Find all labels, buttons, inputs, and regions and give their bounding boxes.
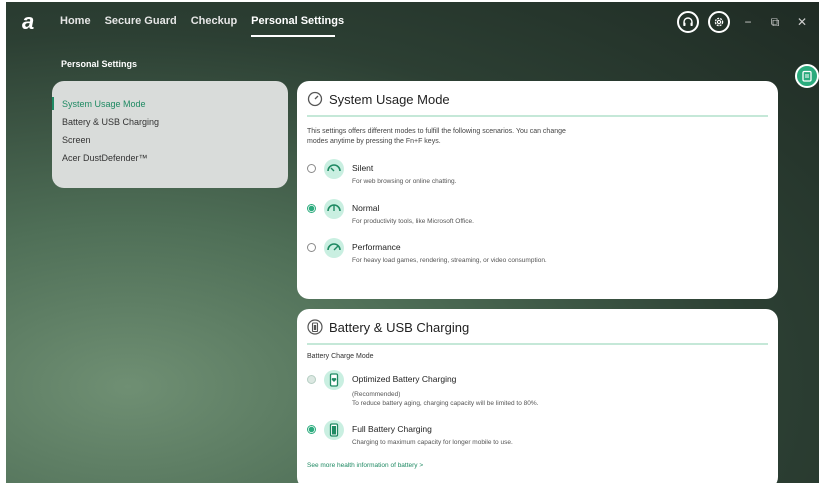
- clipboard-icon[interactable]: [795, 64, 819, 88]
- app-window: a Home Secure Guard Checkup Personal Set…: [6, 2, 819, 483]
- battery-header: Battery & USB Charging: [307, 319, 768, 345]
- page-title: Personal Settings: [61, 59, 138, 69]
- full-charge-radio[interactable]: [307, 425, 316, 434]
- sidebar-item-battery-usb[interactable]: Battery & USB Charging: [52, 113, 288, 131]
- full-battery-icon: [324, 420, 344, 440]
- window-controls: − ⧉ ✕: [677, 11, 811, 33]
- optimized-radio[interactable]: [307, 375, 316, 384]
- nav-checkup[interactable]: Checkup: [191, 15, 237, 37]
- nav-secure-guard[interactable]: Secure Guard: [105, 15, 177, 37]
- silent-radio[interactable]: [307, 164, 316, 173]
- settings-sidebar: System Usage Mode Battery & USB Charging…: [52, 81, 288, 188]
- battery-charge-mode-label: Battery Charge Mode: [307, 353, 374, 360]
- gear-icon[interactable]: [708, 11, 730, 33]
- performance-label: Performance: [352, 242, 401, 252]
- system-usage-header: System Usage Mode: [307, 91, 768, 117]
- charge-option-optimized[interactable]: Optimized Battery Charging (Recommended)…: [307, 370, 768, 408]
- normal-radio[interactable]: [307, 203, 316, 213]
- battery-usb-card: Battery & USB Charging Battery Charge Mo…: [297, 309, 778, 483]
- full-charge-description: Charging to maximum capacity for longer …: [352, 439, 513, 446]
- system-usage-description: This settings offers different modes to …: [307, 128, 566, 145]
- performance-radio[interactable]: [307, 243, 316, 252]
- optimized-recommended: (Recommended): [352, 391, 401, 398]
- sidebar-item-dustdefender[interactable]: Acer DustDefender™: [52, 149, 288, 167]
- mode-option-silent[interactable]: Silent For web browsing or online chatti…: [307, 159, 768, 187]
- sidebar-item-system-usage-mode[interactable]: System Usage Mode: [52, 95, 288, 113]
- normal-description: For productivity tools, like Microsoft O…: [352, 217, 474, 225]
- heart-battery-icon: [324, 370, 344, 390]
- system-usage-card: System Usage Mode This settings offers d…: [297, 81, 778, 299]
- optimized-label: Optimized Battery Charging: [352, 374, 457, 384]
- silent-description: For web browsing or online chatting.: [352, 178, 457, 185]
- normal-mode-icon: [324, 198, 344, 219]
- normal-label: Normal: [352, 202, 380, 213]
- top-bar: a Home Secure Guard Checkup Personal Set…: [6, 2, 819, 44]
- battery-title: Battery & USB Charging: [329, 319, 470, 335]
- nav-home[interactable]: Home: [60, 15, 91, 37]
- silent-label: Silent: [352, 163, 374, 173]
- restore-button[interactable]: ⧉: [766, 15, 784, 30]
- optimized-description: To reduce battery aging, charging capaci…: [352, 399, 539, 407]
- system-usage-title: System Usage Mode: [329, 91, 450, 107]
- close-button[interactable]: ✕: [793, 15, 811, 29]
- performance-mode-icon: [324, 238, 344, 258]
- acer-logo: a: [22, 9, 35, 34]
- battery-icon: [307, 319, 323, 335]
- speedometer-icon: [307, 91, 323, 107]
- main-nav: Home Secure Guard Checkup Personal Setti…: [60, 15, 344, 37]
- battery-health-link[interactable]: See more health information of battery >: [307, 462, 768, 469]
- headset-icon[interactable]: [677, 11, 699, 33]
- minimize-button[interactable]: −: [739, 15, 757, 29]
- mode-option-performance[interactable]: Performance For heavy load games, render…: [307, 238, 768, 266]
- charge-option-full[interactable]: Full Battery Charging Charging to maximu…: [307, 420, 768, 448]
- nav-personal-settings[interactable]: Personal Settings: [251, 15, 344, 37]
- performance-description: For heavy load games, rendering, streami…: [352, 257, 547, 264]
- sidebar-item-screen[interactable]: Screen: [52, 131, 288, 149]
- full-charge-label: Full Battery Charging: [352, 424, 432, 434]
- silent-mode-icon: [324, 159, 344, 179]
- mode-option-normal[interactable]: Normal For productivity tools, like Micr…: [307, 198, 768, 227]
